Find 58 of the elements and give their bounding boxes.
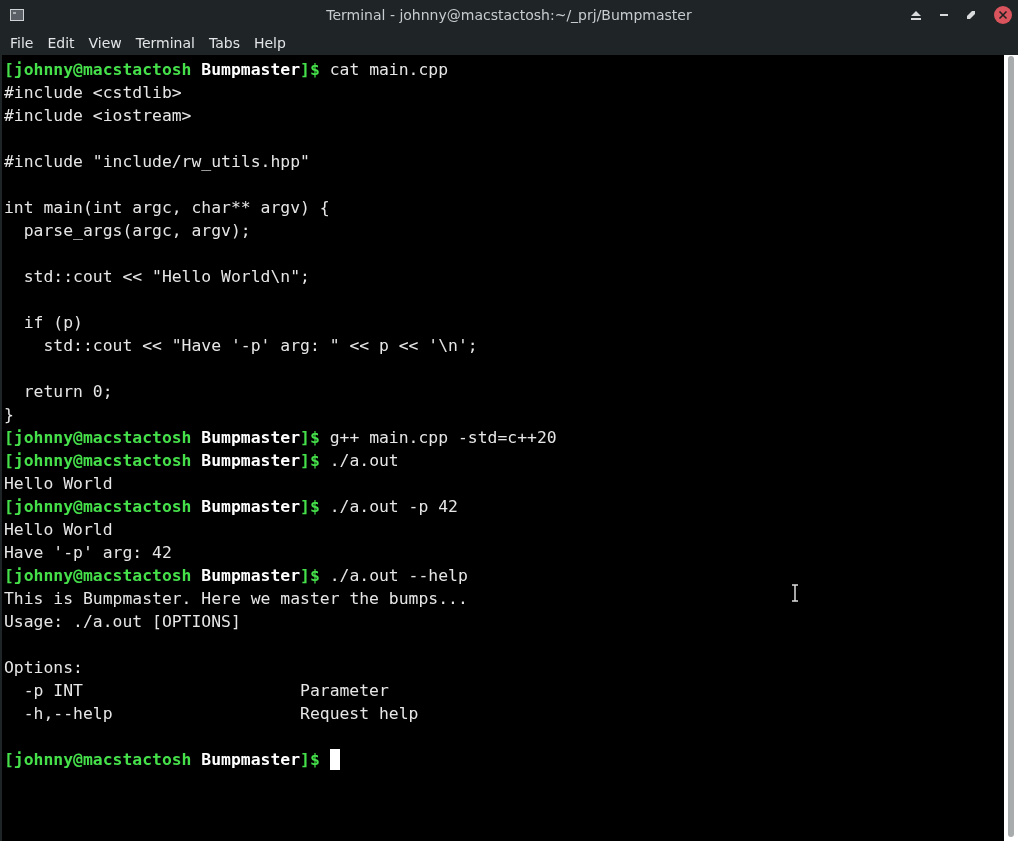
output-text: } [4, 404, 14, 426]
output-text: return 0; [22, 381, 113, 403]
menu-item[interactable]: Terminal [128, 34, 202, 51]
output-text: Usage: ./a.out [OPTIONS] [4, 611, 241, 633]
prompt-user-host: [johnny@macstactosh [4, 450, 192, 472]
output-text: #include <cstdlib> [4, 82, 182, 104]
output-text: std::cout << "Hello World\n"; [22, 266, 310, 288]
prompt-directory: Bumpmaster [201, 749, 301, 771]
prompt-user-host: [johnny@macstactosh [4, 59, 192, 81]
prompt-directory: Bumpmaster [201, 59, 301, 81]
output-text: parse_args(argc, argv); [22, 220, 251, 242]
option-description: Request help [300, 703, 419, 725]
prompt-symbol: ]$ [300, 59, 320, 81]
option-label: -p INT [23, 680, 83, 702]
option-label: -h,--help [23, 703, 113, 725]
menu-item[interactable]: View [81, 34, 129, 51]
window-title: Terminal - johnny@macstactosh:~/_prj/Bumpmaster [325, 7, 693, 23]
prompt-symbol: ]$ [300, 427, 320, 449]
prompt-directory: Bumpmaster [201, 427, 301, 449]
output-text: This is Bumpmaster. Here we master the bumps... [4, 588, 468, 610]
output-text: std::cout << "Have '-p' arg: " << p << '\n'; [42, 335, 478, 357]
menu-item[interactable]: File [3, 34, 41, 51]
terminal-icon [10, 9, 24, 21]
output-text: if (p) [22, 312, 83, 334]
output-text: #include "include/rw_utils.hpp" [4, 151, 310, 173]
menu-item[interactable]: Tabs [201, 34, 247, 51]
prompt-directory: Bumpmaster [201, 450, 301, 472]
prompt-directory: Bumpmaster [201, 565, 301, 587]
close-icon[interactable] [994, 6, 1012, 24]
output-text: #include <iostream> [4, 105, 192, 127]
command-text: ./a.out [329, 450, 399, 472]
output-text: Hello World [4, 473, 113, 495]
command-text: ./a.out --help [329, 565, 468, 587]
output-text: Have '-p' arg: 42 [4, 542, 172, 564]
maximize-icon[interactable] [967, 11, 975, 19]
prompt-directory: Bumpmaster [201, 496, 301, 518]
scrollbar[interactable] [1004, 55, 1018, 841]
output-text: Options: [4, 657, 83, 679]
output-text: int main(int argc, char** argv) { [4, 197, 330, 219]
eject-icon[interactable] [911, 10, 921, 20]
prompt-user-host: [johnny@macstactosh [4, 427, 192, 449]
command-text: ./a.out -p 42 [329, 496, 458, 518]
prompt-user-host: [johnny@macstactosh [4, 565, 192, 587]
scrollbar-thumb[interactable] [1008, 56, 1014, 837]
prompt-user-host: [johnny@macstactosh [4, 749, 192, 771]
prompt-symbol: ]$ [300, 496, 320, 518]
terminal-area[interactable] [2, 55, 1018, 841]
command-text: cat main.cpp [329, 59, 449, 81]
output-text: Hello World [4, 519, 113, 541]
menu-item[interactable]: Help [246, 34, 293, 51]
menu-item[interactable]: Edit [40, 34, 82, 51]
prompt-symbol: ]$ [300, 565, 320, 587]
command-text: g++ main.cpp -std=c++20 [329, 427, 557, 449]
prompt-symbol: ]$ [300, 450, 320, 472]
text-cursor-icon [791, 584, 799, 602]
prompt-symbol: ]$ [300, 749, 320, 771]
prompt-user-host: [johnny@macstactosh [4, 496, 192, 518]
option-description: Parameter [300, 680, 389, 702]
